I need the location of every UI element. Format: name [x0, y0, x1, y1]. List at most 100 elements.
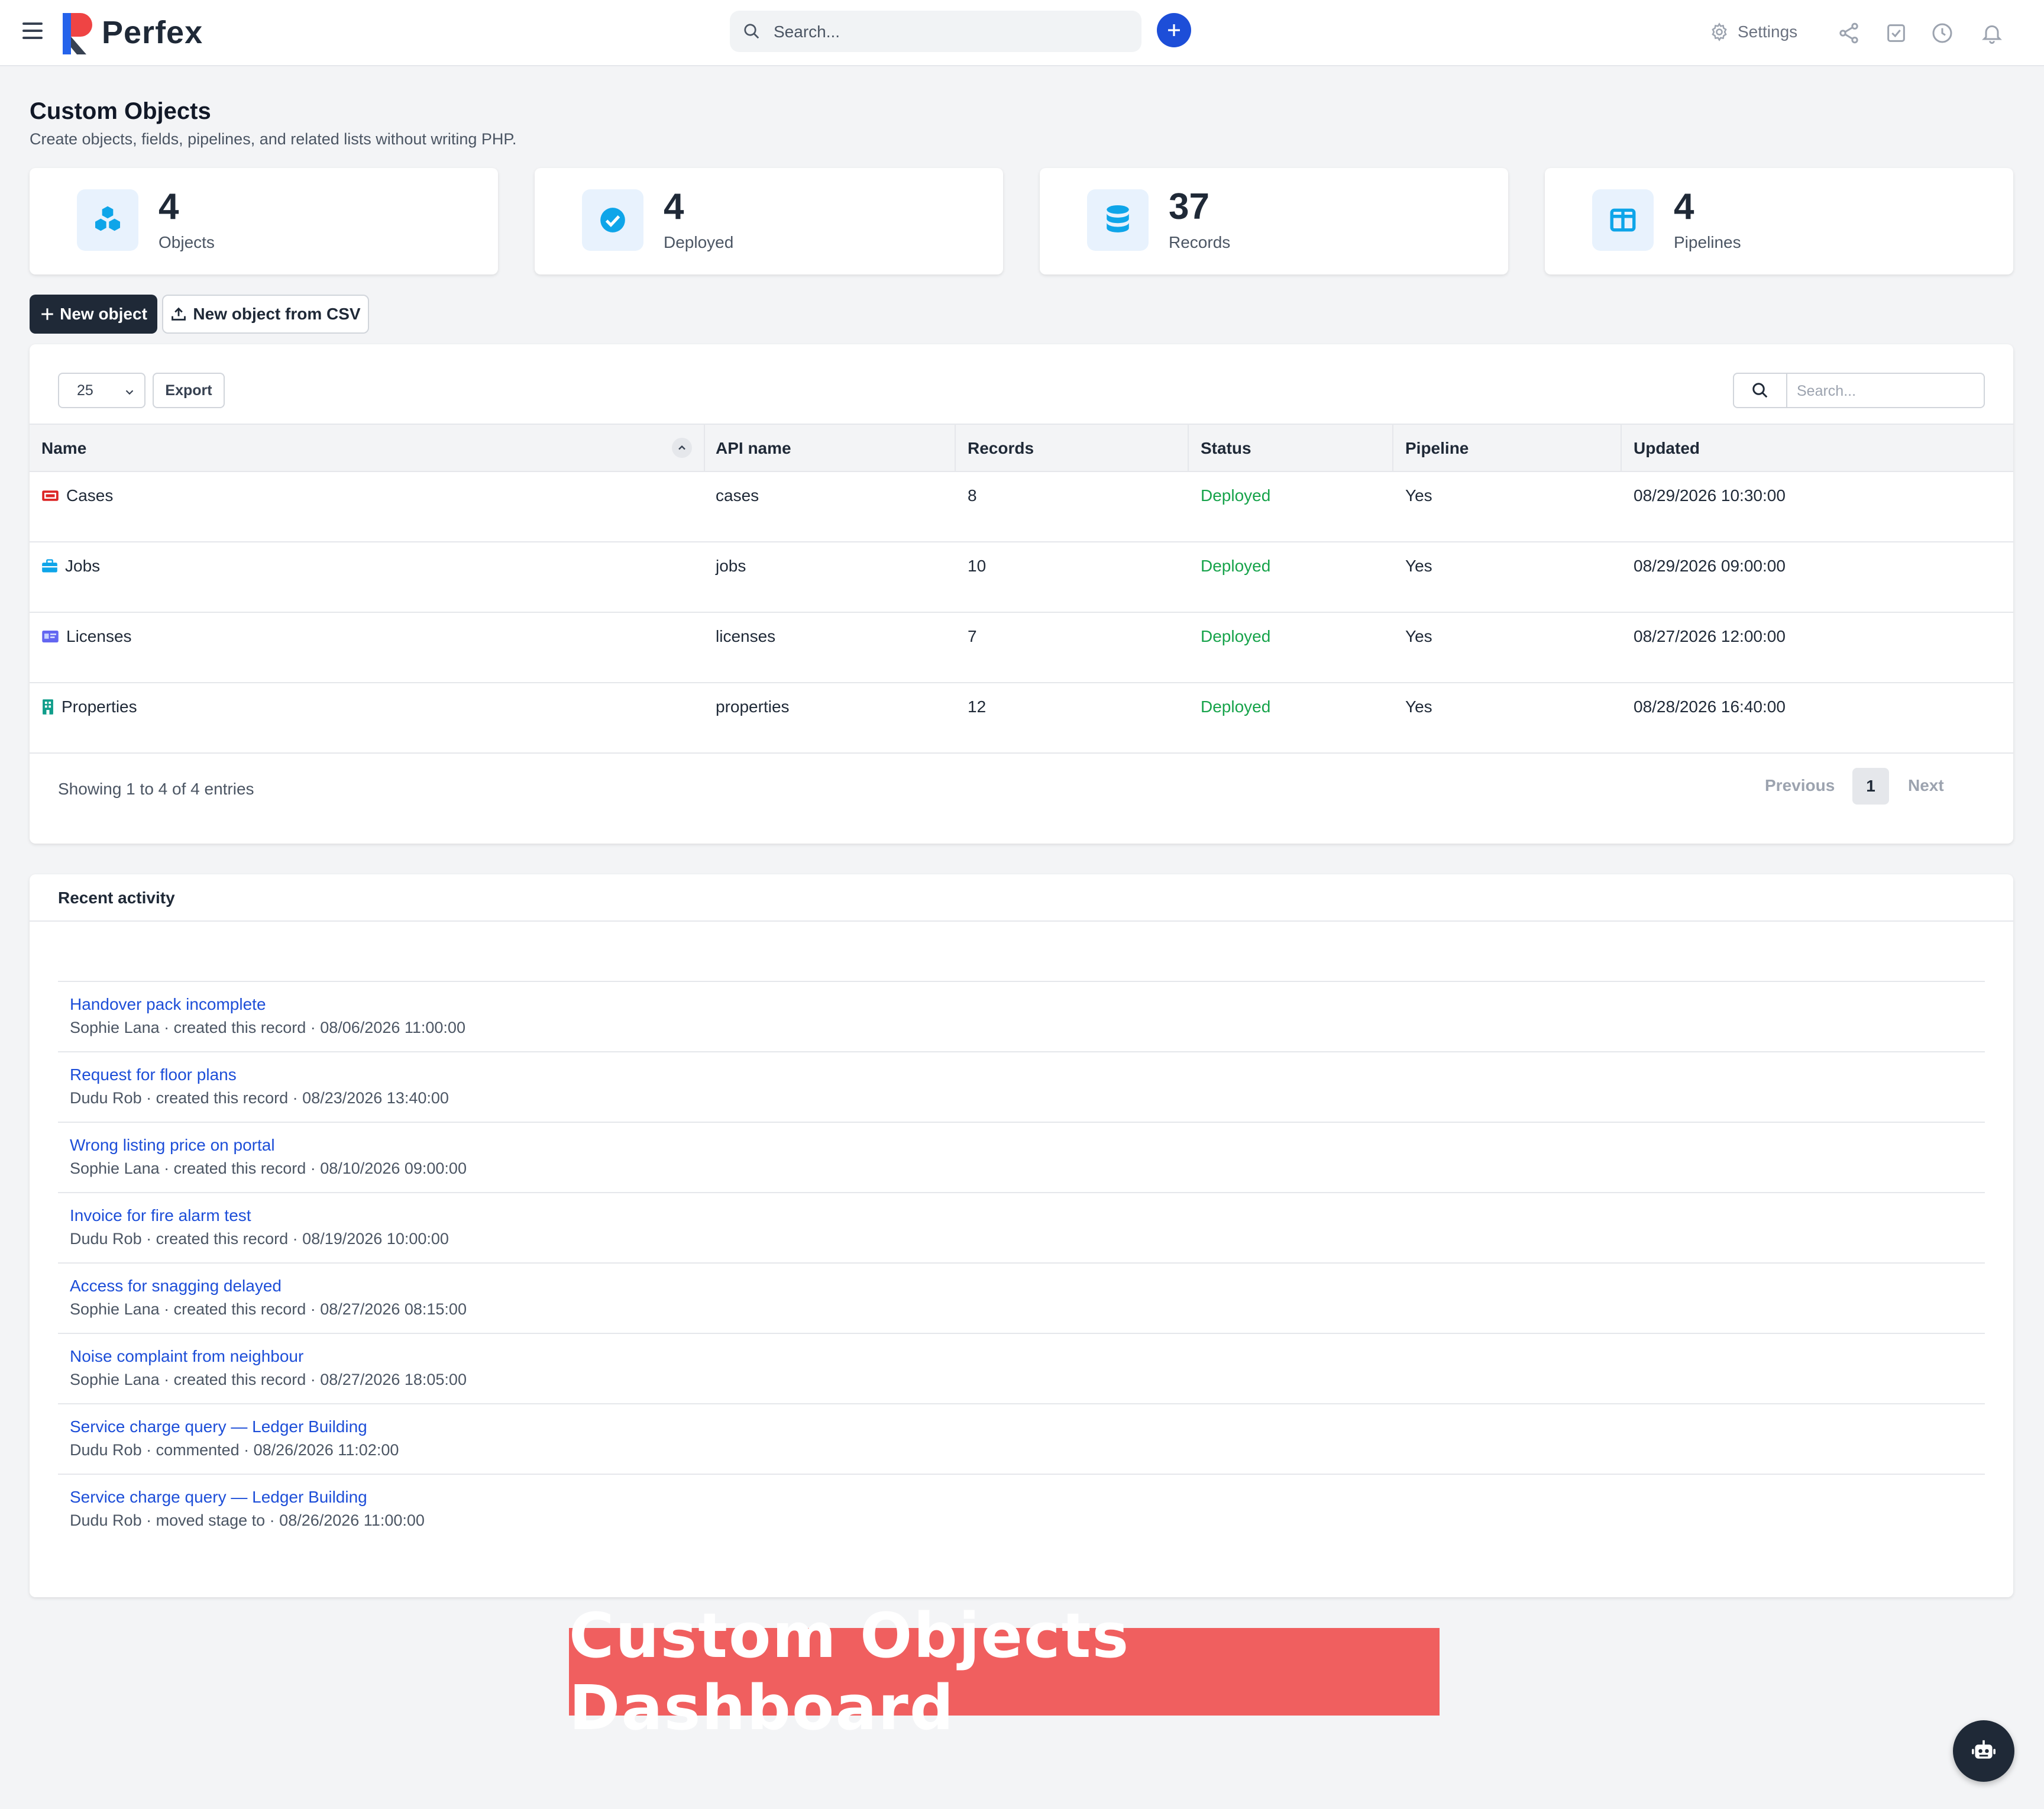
column-header-name[interactable]: Name [41, 439, 86, 458]
records-cell: 10 [968, 557, 987, 575]
status-badge: Deployed [1201, 557, 1271, 575]
activity-link[interactable]: Handover pack incomplete [70, 995, 266, 1014]
records-cell: 8 [968, 486, 977, 505]
settings-label: Settings [1738, 22, 1798, 41]
perfex-logo-icon[interactable] [63, 13, 95, 54]
activity-meta: Dudu Rob · created this record · 08/23/2… [70, 1089, 449, 1107]
activity-meta: Sophie Lana · created this record · 08/2… [70, 1300, 467, 1318]
stat-value: 4 [664, 186, 684, 227]
stat-label: Deployed [664, 233, 734, 251]
column-divider [955, 425, 956, 472]
menu-icon[interactable] [22, 22, 43, 40]
column-header-records[interactable]: Records [968, 439, 1034, 458]
table-search-input[interactable] [1796, 380, 1975, 402]
stat-value: 37 [1169, 186, 1209, 227]
export-button[interactable]: Export [153, 373, 225, 408]
id-card-icon [42, 631, 59, 642]
sort-ascending-icon[interactable] [672, 438, 692, 458]
new-object-from-csv-button[interactable]: New object from CSV [162, 295, 369, 334]
activity-link[interactable]: Invoice for fire alarm test [70, 1206, 251, 1225]
object-name[interactable]: Licenses [66, 627, 132, 646]
activity-meta: Sophie Lana · created this record · 08/1… [70, 1159, 467, 1177]
api-name-cell: properties [716, 697, 790, 716]
column-header-status[interactable]: Status [1201, 439, 1251, 458]
pagination-page-1[interactable]: 1 [1852, 768, 1889, 805]
column-header-updated[interactable]: Updated [1634, 439, 1700, 458]
objects-table-card: 25 Export Name API name Records Status P… [30, 344, 2013, 844]
table-search-button[interactable] [1734, 374, 1787, 407]
activity-link[interactable]: Access for snagging delayed [70, 1277, 282, 1296]
list-item: Access for snagging delayed Sophie Lana … [58, 1262, 1985, 1333]
list-item: Wrong listing price on portal Sophie Lan… [58, 1122, 1985, 1192]
updated-cell: 08/29/2026 09:00:00 [1634, 557, 1786, 575]
page-title: Custom Objects [30, 98, 211, 124]
list-item: Handover pack incomplete Sophie Lana · c… [58, 981, 1985, 1051]
check-circle-icon [582, 189, 643, 251]
recent-activity-card: Recent activity Handover pack incomplete… [30, 874, 2013, 1597]
columns-icon [1592, 189, 1654, 251]
share-icon[interactable] [1837, 21, 1861, 45]
brand-name[interactable]: Perfex [102, 14, 203, 51]
api-name-cell: jobs [716, 557, 746, 575]
list-item: Invoice for fire alarm test Dudu Rob · c… [58, 1192, 1985, 1262]
global-search-input[interactable] [772, 18, 1130, 46]
column-header-pipeline[interactable]: Pipeline [1405, 439, 1469, 458]
stat-card-deployed: 4 Deployed [535, 168, 1003, 274]
chatbot-button[interactable] [1953, 1720, 2014, 1782]
search-icon [744, 24, 759, 39]
column-divider [1392, 425, 1393, 472]
api-name-cell: cases [716, 486, 759, 505]
quick-create-button[interactable] [1157, 13, 1191, 47]
activity-meta: Dudu Rob · created this record · 08/19/2… [70, 1230, 449, 1248]
clock-icon[interactable] [1930, 21, 1954, 45]
activity-meta: Sophie Lana · created this record · 08/2… [70, 1371, 467, 1388]
new-object-label: New object [60, 305, 147, 323]
table-header: Name API name Records Status Pipeline Up… [30, 424, 2013, 472]
page-size-select[interactable]: 25 [58, 373, 145, 408]
status-badge: Deployed [1201, 697, 1271, 716]
table-search[interactable] [1733, 373, 1985, 408]
list-item: Noise complaint from neighbour Sophie La… [58, 1333, 1985, 1403]
settings-link[interactable]: Settings [1709, 20, 1797, 44]
activity-link[interactable]: Service charge query — Ledger Building [70, 1417, 367, 1436]
stat-card-pipelines: 4 Pipelines [1545, 168, 2013, 274]
object-name-cell[interactable]: Cases [41, 486, 113, 505]
page-subtitle: Create objects, fields, pipelines, and r… [30, 130, 517, 148]
object-name-cell[interactable]: Licenses [41, 627, 132, 646]
stat-label: Pipelines [1674, 233, 1741, 251]
page-size-value: 25 [77, 382, 93, 399]
briefcase-icon [42, 559, 57, 573]
upload-icon [172, 307, 186, 321]
activity-link[interactable]: Service charge query — Ledger Building [70, 1488, 367, 1507]
recent-activity-header: Recent activity [30, 874, 2013, 922]
object-name-cell[interactable]: Properties [41, 697, 137, 716]
object-name[interactable]: Properties [62, 697, 137, 716]
pagination-previous[interactable]: Previous [1765, 776, 1835, 795]
building-icon [43, 699, 53, 715]
ticket-icon [42, 490, 59, 501]
caption-banner: Custom Objects Dashboard [569, 1600, 1440, 1744]
global-search[interactable] [730, 11, 1141, 52]
records-cell: 12 [968, 697, 987, 716]
object-name[interactable]: Cases [66, 486, 113, 505]
table-row[interactable]: Cases cases 8 Deployed Yes 08/29/2026 10… [30, 472, 2013, 542]
robot-icon [1972, 1740, 1996, 1759]
recent-activity-title: Recent activity [58, 889, 175, 907]
api-name-cell: licenses [716, 627, 776, 645]
bell-icon[interactable] [1980, 21, 2004, 45]
column-header-api-name[interactable]: API name [716, 439, 791, 458]
database-icon [1087, 189, 1149, 251]
table-row[interactable]: Properties properties 12 Deployed Yes 08… [30, 683, 2013, 754]
object-name-cell[interactable]: Jobs [41, 557, 100, 576]
activity-link[interactable]: Noise complaint from neighbour [70, 1347, 303, 1366]
new-object-button[interactable]: New object [30, 295, 157, 334]
pagination-next[interactable]: Next [1908, 776, 1944, 795]
status-badge: Deployed [1201, 486, 1271, 505]
object-name[interactable]: Jobs [65, 557, 100, 576]
table-row[interactable]: Jobs jobs 10 Deployed Yes 08/29/2026 09:… [30, 542, 2013, 613]
tasks-checkbox-icon[interactable] [1884, 21, 1908, 45]
stat-card-records: 37 Records [1040, 168, 1508, 274]
activity-link[interactable]: Request for floor plans [70, 1065, 237, 1084]
activity-link[interactable]: Wrong listing price on portal [70, 1136, 275, 1155]
table-row[interactable]: Licenses licenses 7 Deployed Yes 08/27/2… [30, 613, 2013, 683]
